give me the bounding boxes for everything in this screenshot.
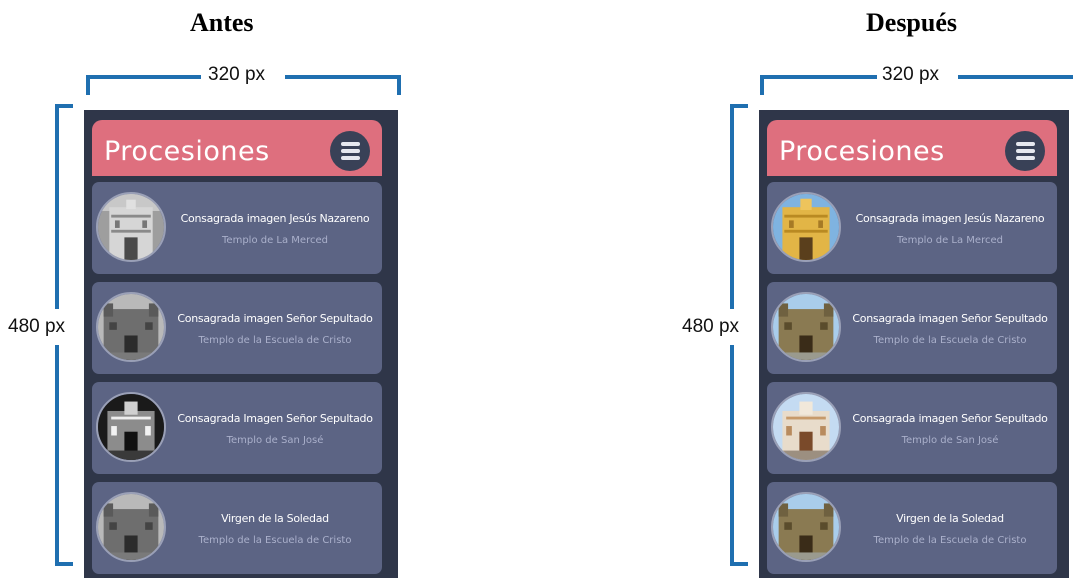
item-title: Consagrada imagen Señor Sepultado: [177, 312, 373, 325]
item-title: Consagrada imagen Jesús Nazareno: [855, 212, 1045, 225]
church-san-jose-image: [771, 392, 841, 462]
item-subtitle: Templo de la Escuela de Cristo: [873, 335, 1027, 346]
list-item[interactable]: Virgen de la Soledad Templo de la Escuel…: [92, 482, 382, 574]
width-dimension-line: [760, 75, 877, 79]
church-escuela-de-cristo-image: [771, 492, 841, 562]
width-dimension-tick: [760, 75, 764, 95]
height-dimension-line: [55, 104, 59, 309]
item-title: Virgen de la Soledad: [221, 512, 329, 525]
church-escuela-de-cristo-image: [96, 492, 166, 562]
height-dimension-tick: [730, 104, 748, 108]
item-subtitle: Templo de San José: [226, 435, 324, 446]
app-header: Procesiones: [92, 120, 382, 176]
height-dimension-line: [730, 104, 734, 309]
panel-heading: Después: [866, 8, 958, 37]
panel-heading: Antes: [190, 8, 254, 37]
height-label: 480 px: [8, 316, 66, 337]
hamburger-menu-icon[interactable]: [1005, 131, 1045, 171]
height-dimension-tick: [55, 104, 73, 108]
list-item[interactable]: Consagrada imagen Señor Sepultado Templo…: [767, 382, 1057, 474]
item-title: Consagrada Imagen Señor Sepultado: [177, 412, 373, 425]
church-la-merced-image: [771, 192, 841, 262]
item-subtitle: Templo de la Escuela de Cristo: [198, 335, 352, 346]
width-dimension-line: [285, 75, 401, 79]
item-subtitle: Templo de la Escuela de Cristo: [198, 535, 352, 546]
church-la-merced-image: [96, 192, 166, 262]
list-item[interactable]: Virgen de la Soledad Templo de la Escuel…: [767, 482, 1057, 574]
list-item[interactable]: Consagrada imagen Señor Sepultado Templo…: [767, 282, 1057, 374]
height-dimension-line: [730, 345, 734, 566]
list-item[interactable]: Consagrada imagen Señor Sepultado Templo…: [92, 282, 382, 374]
church-san-jose-night-image: [96, 392, 166, 462]
item-subtitle: Templo de La Merced: [222, 235, 328, 246]
list-item[interactable]: Consagrada Imagen Señor Sepultado Templo…: [92, 382, 382, 474]
church-escuela-de-cristo-image: [96, 292, 166, 362]
list-item[interactable]: Consagrada imagen Jesús Nazareno Templo …: [767, 182, 1057, 274]
item-title: Consagrada imagen Señor Sepultado: [852, 412, 1048, 425]
item-subtitle: Templo de la Escuela de Cristo: [873, 535, 1027, 546]
width-dimension-tick: [397, 75, 401, 95]
hamburger-menu-icon[interactable]: [330, 131, 370, 171]
height-label: 480 px: [682, 316, 740, 337]
height-dimension-line: [55, 345, 59, 566]
width-dimension-line: [86, 75, 201, 79]
width-dimension-tick: [86, 75, 90, 95]
item-subtitle: Templo de San José: [901, 435, 999, 446]
phone-screen: Procesiones Consagrada imagen Jesús Naza…: [84, 110, 398, 578]
app-title: Procesiones: [779, 136, 945, 167]
height-dimension-tick: [55, 562, 73, 566]
item-subtitle: Templo de La Merced: [897, 235, 1003, 246]
item-title: Consagrada imagen Jesús Nazareno: [180, 212, 370, 225]
height-dimension-tick: [730, 562, 748, 566]
church-escuela-de-cristo-image: [771, 292, 841, 362]
app-header: Procesiones: [767, 120, 1057, 176]
width-dimension-line: [958, 75, 1073, 79]
item-title: Consagrada imagen Señor Sepultado: [852, 312, 1048, 325]
app-title: Procesiones: [104, 136, 270, 167]
list-item[interactable]: Consagrada imagen Jesús Nazareno Templo …: [92, 182, 382, 274]
item-title: Virgen de la Soledad: [896, 512, 1004, 525]
width-label: 320 px: [208, 64, 266, 85]
phone-screen: Procesiones Consagrada imagen Jesús Naza…: [759, 110, 1069, 578]
width-label: 320 px: [882, 64, 940, 85]
